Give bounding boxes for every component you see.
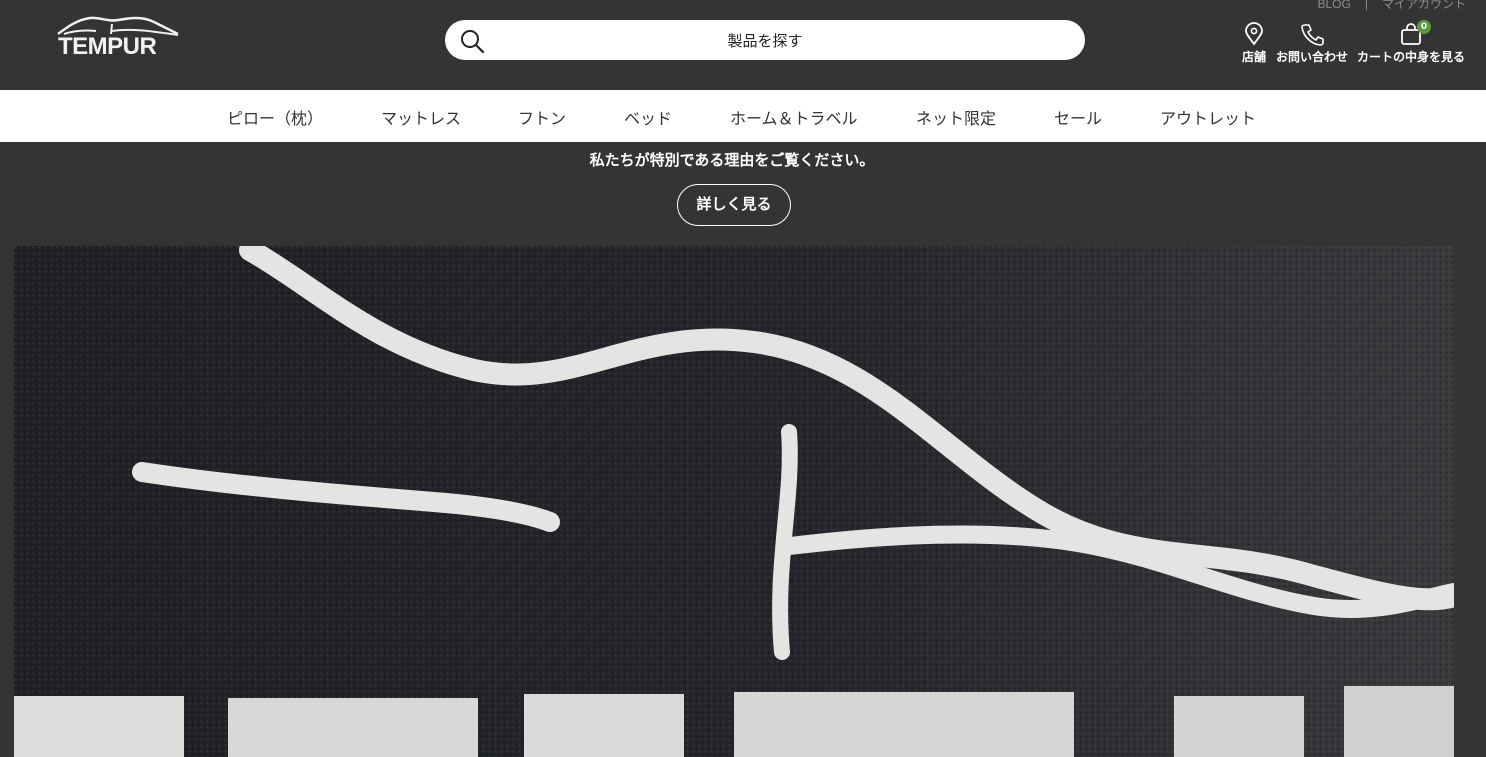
nav-item-bed[interactable]: ベッド <box>624 105 672 129</box>
tempur-logo[interactable]: TEMPUR <box>56 14 180 64</box>
learn-more-button[interactable]: 詳しく見る <box>677 184 791 226</box>
nav-item-online-exclusive[interactable]: ネット限定 <box>916 105 996 129</box>
site-header: TEMPUR BLOG | マイアカウント 製品を探す 店舗 お問い合わせ 0 … <box>0 0 1486 90</box>
utility-separator: | <box>1364 0 1368 11</box>
my-account-link[interactable]: マイアカウント <box>1382 0 1466 12</box>
cart-count-badge: 0 <box>1417 20 1431 34</box>
embroidered-logo-graphic <box>14 246 1454 757</box>
nav-item-outlet[interactable]: アウトレット <box>1160 105 1256 129</box>
contact-label: お問い合わせ <box>1275 50 1348 64</box>
hero-image <box>14 246 1454 757</box>
cart-label: カートの中身を見る <box>1356 50 1465 64</box>
store-locator-button[interactable]: 店舗 <box>1238 22 1270 65</box>
cart-button[interactable]: 0 カートの中身を見る <box>1355 20 1467 65</box>
nav-item-sale[interactable]: セール <box>1054 105 1102 129</box>
search-bar[interactable]: 製品を探す <box>445 20 1085 60</box>
promo-tagline: 私たちが特別である理由をご覧ください。 <box>589 151 875 169</box>
location-pin-icon <box>1245 22 1263 46</box>
store-label: 店舗 <box>1241 50 1266 64</box>
nav-item-mattress[interactable]: マットレス <box>381 105 461 129</box>
nav-item-home-travel[interactable]: ホーム＆トラベル <box>730 105 858 129</box>
nav-item-futon[interactable]: フトン <box>518 105 566 129</box>
nav-item-pillow[interactable]: ピロー（枕） <box>227 105 323 129</box>
phone-icon <box>1301 24 1324 46</box>
main-navigation: ピロー（枕） マットレス フトン ベッド ホーム＆トラベル ネット限定 セール … <box>0 90 1486 142</box>
utility-links: BLOG | マイアカウント <box>1318 0 1467 12</box>
contact-button[interactable]: お問い合わせ <box>1274 22 1350 65</box>
search-input[interactable]: 製品を探す <box>445 30 1085 51</box>
blog-link[interactable]: BLOG <box>1318 0 1351 11</box>
logo-text: TEMPUR <box>58 33 157 60</box>
